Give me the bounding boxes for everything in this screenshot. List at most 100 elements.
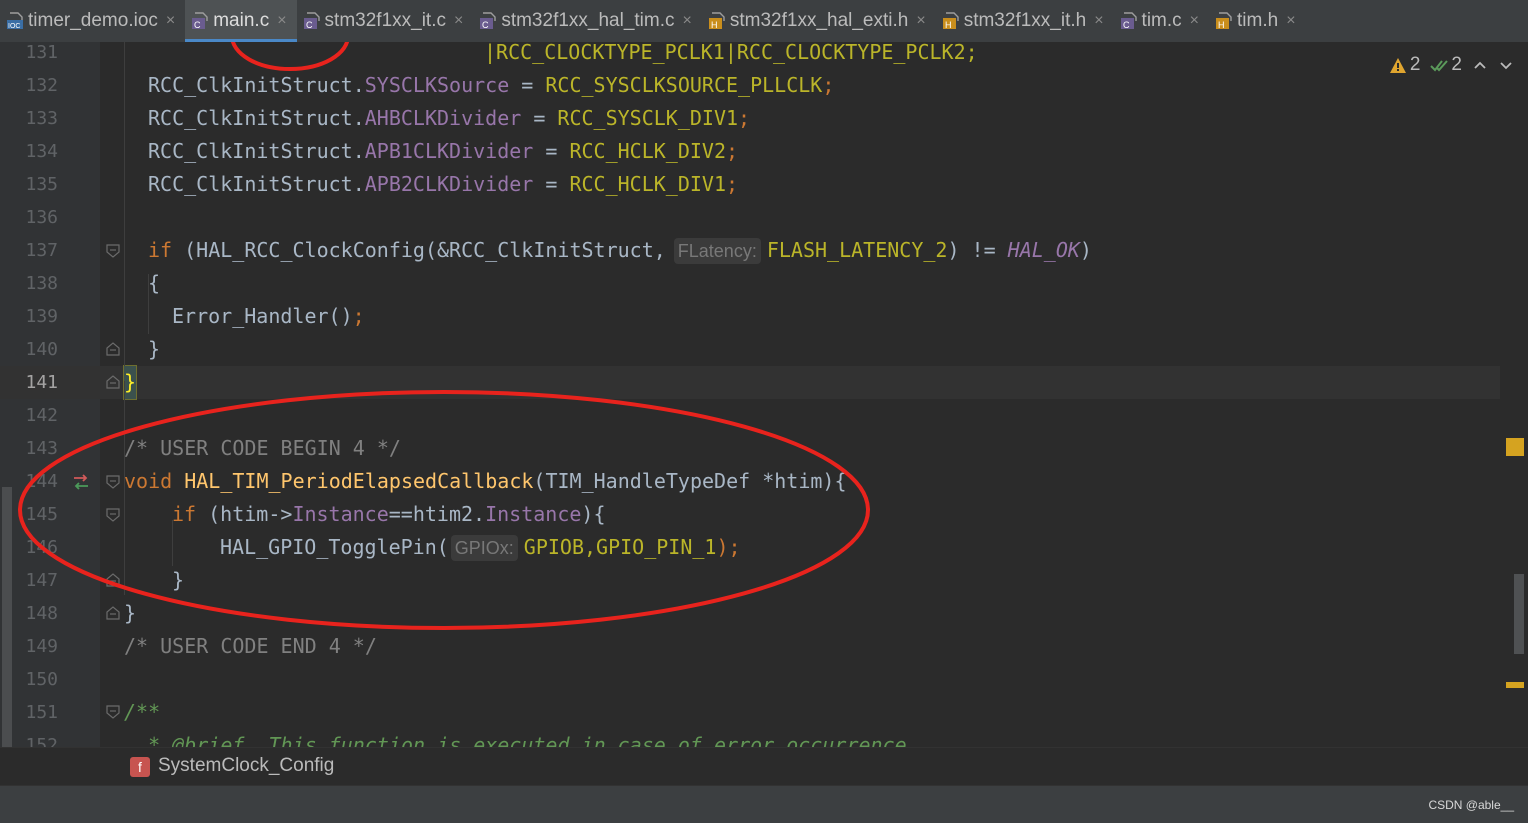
code-line-140: 140 } — [0, 333, 1500, 366]
svg-text:H: H — [711, 20, 718, 30]
line-number: 152 — [25, 735, 58, 747]
fold-collapse-icon[interactable] — [106, 244, 120, 258]
fold-end-icon[interactable] — [106, 606, 120, 620]
code-line-152: 152 * @brief This function is executed i… — [0, 729, 1500, 747]
code-token: HAL_TIM_PeriodElapsedCallback — [184, 469, 534, 493]
code-token: ){ — [581, 502, 606, 526]
code-line-144: 144 void HAL_TIM_PeriodElapsedCallback(T… — [0, 465, 1500, 498]
warning-count: 2 — [1409, 54, 1421, 75]
tab-stm32f1xx-hal-tim-c[interactable]: Cstm32f1xx_hal_tim.c × — [473, 0, 702, 42]
chevron-up-icon[interactable] — [1472, 57, 1488, 73]
close-icon[interactable]: × — [1094, 12, 1103, 30]
svg-text:C: C — [1123, 20, 1130, 30]
fold-end-icon[interactable] — [106, 342, 120, 356]
code-token: SYSCLKSource — [364, 73, 510, 97]
line-number: 139 — [25, 306, 58, 327]
code-token: ; — [352, 304, 365, 328]
tab-stm32f1xx-it-h[interactable]: Hstm32f1xx_it.h × — [936, 0, 1114, 42]
code-token: ) — [1079, 238, 1092, 262]
code-token: (TIM_HandleTypeDef *htim){ — [533, 469, 847, 493]
tab-stm32f1xx-it-c[interactable]: Cstm32f1xx_it.c × — [297, 0, 474, 42]
function-icon: f — [130, 757, 150, 777]
code-token: Instance — [485, 502, 582, 526]
close-icon[interactable]: × — [454, 12, 463, 30]
code-text: { — [148, 271, 161, 295]
tab-timer-demo-ioc[interactable]: IOC timer_demo.ioc × — [0, 0, 185, 42]
close-icon[interactable]: × — [683, 12, 692, 30]
code-token: if — [148, 238, 173, 262]
c-file-icon: C — [1120, 12, 1137, 30]
code-editor[interactable]: 131 |RCC_CLOCKTYPE_PCLK1|RCC_CLOCKTYPE_P… — [0, 42, 1528, 747]
tab-label: stm32f1xx_it.h — [963, 10, 1087, 31]
fold-collapse-icon[interactable] — [106, 475, 120, 489]
weak-warning-indicator[interactable]: 2 — [1430, 54, 1462, 76]
fold-collapse-icon[interactable] — [106, 705, 120, 719]
tab-tim-h[interactable]: Htim.h × — [1209, 0, 1306, 42]
code-token: (htim-> — [208, 502, 293, 526]
code-token: ; — [738, 106, 751, 130]
implementation-navigate-icon[interactable] — [72, 473, 90, 491]
line-number: 151 — [25, 702, 58, 723]
tab-stm32f1xx-hal-exti-h[interactable]: Hstm32f1xx_hal_exti.h × — [702, 0, 936, 42]
line-number: 145 — [25, 504, 58, 525]
inspection-widget[interactable]: 2 2 — [1389, 54, 1514, 76]
code-line-133: 133 RCC_ClkInitStruct.AHBCLKDivider = RC… — [0, 102, 1500, 135]
code-token: ; — [822, 73, 835, 97]
close-icon[interactable]: × — [1190, 12, 1199, 30]
code-line-135: 135 RCC_ClkInitStruct.APB2CLKDivider = R… — [0, 168, 1500, 201]
fold-end-icon[interactable] — [106, 375, 120, 389]
code-text: } — [124, 601, 137, 625]
fold-collapse-icon[interactable] — [106, 508, 120, 522]
code-line-141: 141 } — [0, 365, 1500, 400]
code-line-142: 142 — [0, 399, 1500, 432]
line-number: 140 — [25, 339, 58, 360]
code-line-148: 148 } — [0, 597, 1500, 630]
code-line-132: 132 RCC_ClkInitStruct.SYSCLKSource = RCC… — [0, 69, 1500, 102]
svg-text:C: C — [482, 20, 489, 30]
code-token: ==htim2. — [388, 502, 486, 526]
warning-stripe-mark[interactable] — [1506, 438, 1524, 456]
breadcrumb-label[interactable]: SystemClock_Config — [158, 755, 334, 777]
code-token: ); — [716, 535, 741, 559]
tab-label: main.c — [213, 10, 270, 31]
c-file-icon: C — [303, 12, 320, 30]
line-number: 134 — [25, 141, 58, 162]
code-token: if — [172, 502, 197, 526]
fold-end-icon[interactable] — [106, 573, 120, 587]
close-icon[interactable]: × — [166, 12, 175, 30]
indent-guide — [172, 520, 173, 566]
line-number: 144 — [25, 471, 58, 492]
vertical-scrollbar-thumb[interactable] — [1514, 574, 1524, 654]
line-number: 147 — [25, 570, 58, 591]
warning-stripe-mark[interactable] — [1506, 682, 1524, 688]
tab-label: timer_demo.ioc — [28, 10, 158, 31]
line-number: 150 — [25, 669, 58, 690]
code-token: RCC_ClkInitStruct. — [148, 73, 365, 97]
h-file-icon: H — [942, 12, 959, 30]
code-line-138: 138 { — [0, 267, 1500, 300]
parameter-hint: FLatency: — [673, 238, 761, 264]
editor-tab-bar: IOC timer_demo.ioc × Cmain.c × Cstm32f1xx_it.… — [0, 0, 1528, 43]
ioc-file-icon: IOC — [7, 12, 23, 30]
code-token: RCC_SYSCLK_DIV1 — [557, 106, 739, 130]
tab-label: tim.c — [1141, 10, 1182, 31]
close-icon[interactable]: × — [916, 12, 925, 30]
indent-guide — [148, 274, 149, 334]
chevron-down-icon[interactable] — [1498, 57, 1514, 73]
code-token: Error_Handler() — [172, 304, 353, 328]
tab-tim-c[interactable]: Ctim.c × — [1114, 0, 1209, 42]
tab-label: tim.h — [1237, 10, 1279, 31]
tab-main-c[interactable]: Cmain.c × — [185, 0, 297, 42]
close-icon[interactable]: × — [277, 12, 286, 30]
warning-indicator[interactable]: 2 — [1389, 54, 1421, 76]
line-number: 149 — [25, 636, 58, 657]
code-token: FLASH_LATENCY_2 — [766, 238, 948, 262]
code-token: HAL_OK — [1007, 238, 1080, 262]
close-icon[interactable]: × — [1286, 12, 1295, 30]
code-line-150: 150 — [0, 663, 1500, 696]
code-token: AHBCLKDivider — [364, 106, 522, 130]
indent-guide — [124, 42, 125, 366]
code-token: APB2CLKDivider — [364, 172, 534, 196]
breadcrumb[interactable]: f SystemClock_Config — [0, 747, 1528, 786]
line-number: 142 — [25, 405, 58, 426]
